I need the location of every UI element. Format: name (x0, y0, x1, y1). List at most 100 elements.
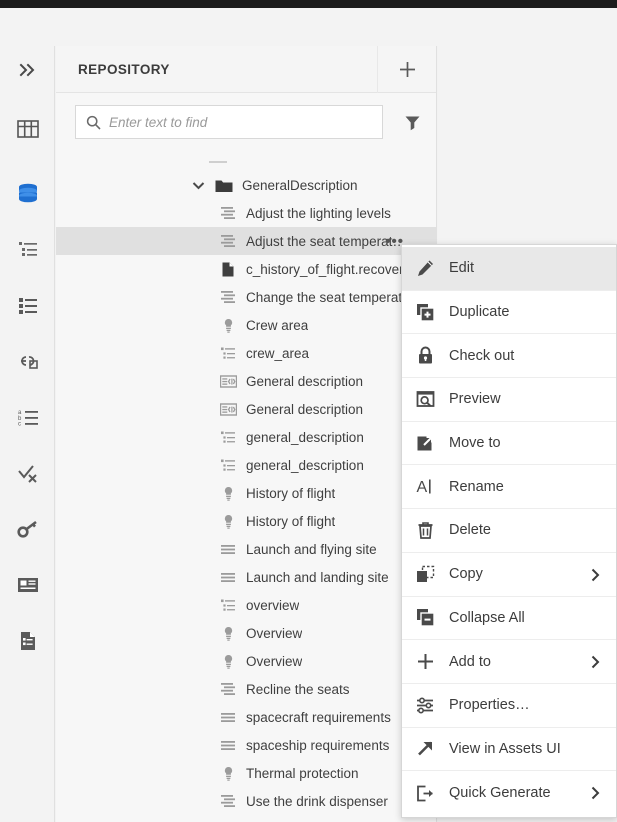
tree-item-row[interactable]: Adjust the lighting levels (56, 199, 436, 227)
chevron-right-icon (591, 553, 600, 597)
map-icon (214, 430, 242, 445)
repository-panel: REPOSITORY (56, 46, 437, 822)
context-menu-item[interactable]: Properties… (402, 684, 616, 728)
trash-icon (402, 521, 449, 540)
tree-item-label: Adjust the seat temperat… (242, 234, 406, 249)
plus-icon (402, 652, 449, 671)
rail-item-bulleted-list[interactable] (0, 277, 55, 333)
chevron-down-icon[interactable] (186, 181, 210, 190)
context-menu-item[interactable]: Edit (402, 247, 616, 291)
tree-item-row[interactable]: crew_area (56, 339, 436, 367)
svg-text:c: c (18, 422, 21, 427)
tree-item-row[interactable]: spaceship requirements (56, 731, 436, 759)
duplicate-icon (402, 303, 449, 322)
bulleted-list-icon (17, 296, 39, 314)
tree-folder-row[interactable]: GeneralDescription (56, 171, 436, 199)
tree-item-label: Adjust the lighting levels (242, 206, 391, 221)
tree-item-row[interactable]: History of flight (56, 507, 436, 535)
rail-item-tables[interactable] (0, 93, 55, 165)
map-icon (214, 458, 242, 473)
search-box[interactable] (75, 105, 383, 139)
tree-item-row[interactable]: General description (56, 395, 436, 423)
tree-scroll-stub (209, 161, 227, 163)
tree-item-label: Overview (242, 626, 302, 641)
rail-spacer (0, 669, 54, 819)
filter-button[interactable] (389, 102, 436, 142)
tree-item-row[interactable]: c_history_of_flight.recover.xm (56, 255, 436, 283)
topic-generic-icon (214, 542, 242, 557)
filter-icon (404, 114, 421, 131)
topic-concept-icon (214, 318, 242, 333)
tree-item-label: Recline the seats (242, 682, 350, 697)
context-menu-item-label: Check out (449, 348, 514, 364)
context-menu-item[interactable]: View in Assets UI (402, 728, 616, 772)
context-menu-item[interactable]: Copy (402, 553, 616, 597)
tree-item-row[interactable]: spacecraft requirements (56, 703, 436, 731)
tree-item-label: Crew area (242, 318, 308, 333)
rail-item-links[interactable] (0, 333, 55, 389)
add-button[interactable] (377, 46, 436, 93)
document-stats-icon (18, 631, 38, 651)
context-menu-item[interactable]: Check out (402, 334, 616, 378)
tree-item-row[interactable]: History of flight (56, 479, 436, 507)
search-input[interactable] (109, 115, 372, 130)
tree-item-list: Adjust the lighting levels Adjust the sea… (56, 199, 436, 822)
context-menu-item-label: Edit (449, 260, 474, 276)
rail-item-glossary[interactable]: a b c (0, 389, 55, 445)
arrow-up-right-icon (402, 739, 449, 758)
plus-icon (398, 60, 417, 79)
context-menu-item[interactable]: Duplicate (402, 291, 616, 335)
rail-item-metadata[interactable] (0, 557, 55, 613)
tree-item-row[interactable]: Vehicle stru… (56, 815, 436, 822)
tree-item-row[interactable]: Crew area (56, 311, 436, 339)
tree-item-row[interactable]: Change the seat temperature . (56, 283, 436, 311)
tree-item-label: General description (242, 402, 363, 417)
rail-item-validation[interactable] (0, 445, 55, 501)
context-menu-item-label: Delete (449, 522, 491, 538)
context-menu-item-label: Move to (449, 435, 501, 451)
tree-item-label: Use the drink dispenser (242, 794, 388, 809)
context-menu-item[interactable]: Collapse All (402, 597, 616, 641)
topic-reference-icon (214, 374, 242, 389)
rail-item-keys[interactable] (0, 501, 55, 557)
topic-task-icon (214, 794, 242, 809)
tree-folder-label: GeneralDescription (238, 178, 358, 193)
context-menu[interactable]: Edit Duplicate Check out Preview Move to ARen… (401, 244, 617, 818)
context-menu-item[interactable]: Preview (402, 378, 616, 422)
tree-item-row[interactable]: overview (56, 591, 436, 619)
database-icon (16, 181, 40, 205)
context-menu-item[interactable]: Quick Generate (402, 771, 616, 815)
context-menu-item[interactable]: ARename (402, 465, 616, 509)
rail-item-repository[interactable] (0, 165, 55, 221)
repository-header: REPOSITORY (56, 46, 436, 93)
tree-item-label: overview (242, 598, 299, 613)
topic-task-icon (214, 206, 242, 221)
topic-concept-icon (214, 626, 242, 641)
tree-item-row[interactable]: Launch and flying site (56, 535, 436, 563)
tree-item-row[interactable]: Overview (56, 619, 436, 647)
tree-item-row[interactable]: Adjust the seat temperat…••• (56, 227, 436, 255)
context-menu-item[interactable]: Delete (402, 509, 616, 553)
preview-icon (402, 390, 449, 409)
repository-tree[interactable]: GeneralDescription Adjust the lighting l… (56, 151, 436, 822)
rail-item-outline[interactable] (0, 221, 55, 277)
rail-item-reports[interactable] (0, 613, 55, 669)
grid-table-icon (17, 119, 39, 139)
context-menu-item[interactable]: Add to (402, 640, 616, 684)
tree-item-row[interactable]: Use the drink dispenser (56, 787, 436, 815)
tree-item-row[interactable]: Overview (56, 647, 436, 675)
page-title: REPOSITORY (56, 62, 377, 77)
tree-item-row[interactable]: General description (56, 367, 436, 395)
context-menu-item-label: Duplicate (449, 304, 509, 320)
topic-generic-icon (214, 570, 242, 585)
tree-item-row[interactable]: general_description (56, 423, 436, 451)
tree-item-row[interactable]: Recline the seats (56, 675, 436, 703)
tree-item-row[interactable]: general_description (56, 451, 436, 479)
tree-item-row[interactable]: Thermal protection (56, 759, 436, 787)
tree-item-row[interactable]: Launch and landing site (56, 563, 436, 591)
collapse-panel-button[interactable] (0, 46, 55, 93)
context-menu-item[interactable]: Move to (402, 422, 616, 466)
context-menu-item-label: Add to (449, 654, 491, 670)
tree-item-label: general_description (242, 458, 364, 473)
tree-item-label: Thermal protection (242, 766, 359, 781)
